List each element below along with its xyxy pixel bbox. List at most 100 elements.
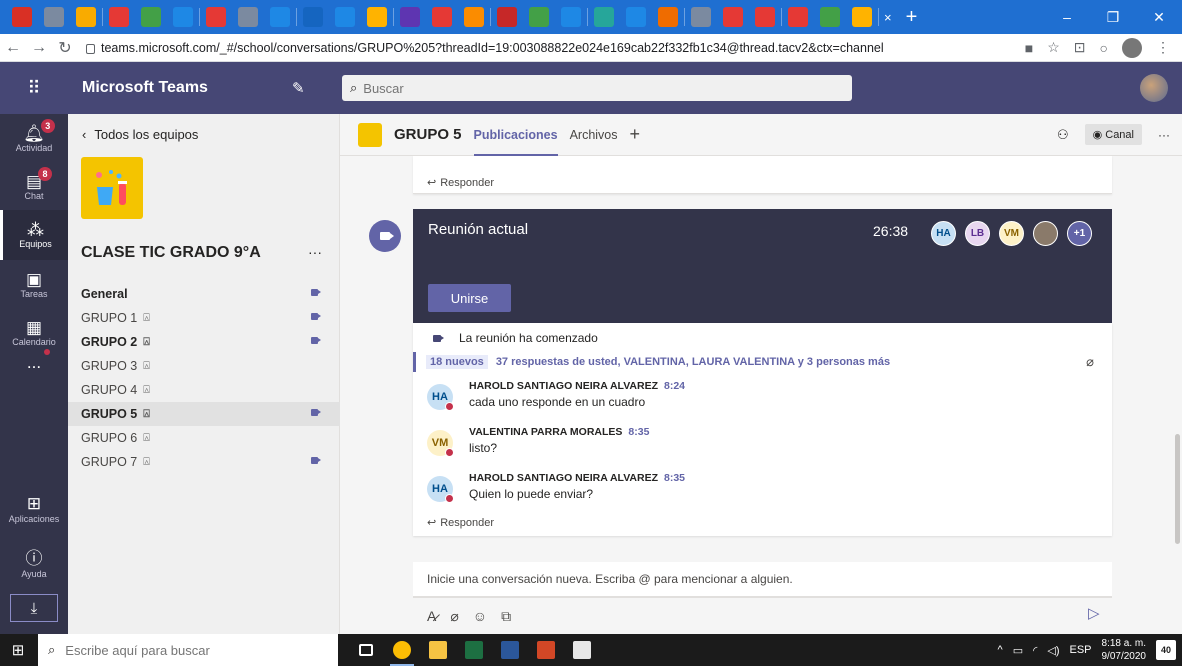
forward-arrow-icon[interactable]: →	[26, 39, 52, 57]
maximize-icon[interactable]: ❐	[1090, 9, 1136, 26]
extension-icon[interactable]: ○	[1100, 40, 1108, 56]
taskbar-word-icon[interactable]	[492, 634, 528, 666]
rail-help[interactable]: ⓘ Ayuda	[0, 544, 68, 579]
menu-dots-icon[interactable]: ⋮	[1156, 39, 1170, 56]
minimize-icon[interactable]: –	[1044, 9, 1090, 26]
browser-tab-favicon[interactable]	[820, 7, 840, 27]
tray-chevron-icon[interactable]: ^	[998, 644, 1003, 656]
volume-icon[interactable]: ◁)	[1047, 644, 1059, 657]
reply-button[interactable]: ↩ Responder	[413, 176, 494, 190]
clock[interactable]: 8:18 a. m. 9/07/2020	[1102, 637, 1147, 663]
download-app-button[interactable]: ⤓	[10, 594, 58, 622]
rail-teams[interactable]: ⁂ Equipos	[0, 210, 68, 260]
taskbar-chrome-icon[interactable]	[384, 634, 420, 666]
conversation-scrollbar[interactable]	[1175, 434, 1180, 544]
browser-tab-favicon[interactable]	[561, 7, 581, 27]
rail-assignments[interactable]: ▣ Tareas	[0, 260, 68, 310]
browser-tab-favicon[interactable]	[173, 7, 193, 27]
browser-tab-favicon[interactable]	[432, 7, 452, 27]
taskbar-excel-icon[interactable]	[456, 634, 492, 666]
all-teams-link[interactable]: ‹ Todos los equipos	[82, 127, 198, 142]
rail-chat[interactable]: ▤ 8 Chat	[0, 162, 68, 212]
browser-tab-favicon[interactable]	[206, 7, 226, 27]
channel-item[interactable]: GRUPO 7 ⍓	[68, 450, 340, 474]
join-meeting-button[interactable]: Unirse	[428, 284, 511, 312]
new-conversation-box[interactable]: Inicie una conversación nueva. Escriba @…	[413, 562, 1112, 598]
browser-tab-favicon[interactable]	[723, 7, 743, 27]
participant-avatar[interactable]: LB	[965, 221, 990, 246]
new-replies-row[interactable]: 18 nuevos 37 respuestas de usted, VALENT…	[413, 352, 1112, 372]
new-tab-button[interactable]: +	[906, 6, 918, 29]
browser-tab-favicon[interactable]	[303, 7, 323, 27]
browser-tab-favicon[interactable]	[12, 7, 32, 27]
participant-avatar[interactable]: HA	[931, 221, 956, 246]
attachment-icon[interactable]: ⌀	[1086, 354, 1094, 370]
browser-tab-favicon[interactable]	[658, 7, 678, 27]
browser-tab-favicon[interactable]	[270, 7, 290, 27]
app-launcher-icon[interactable]: ⠿	[0, 78, 68, 99]
taskbar-acrobat-icon[interactable]	[564, 634, 600, 666]
channel-item[interactable]: GRUPO 5 ⍓	[68, 402, 340, 426]
camera-icon[interactable]: ■	[1025, 40, 1033, 56]
browser-tab-favicon[interactable]	[594, 7, 614, 27]
browser-tab-favicon[interactable]	[626, 7, 646, 27]
battery-icon[interactable]: ▭	[1013, 644, 1023, 657]
browser-tab-favicon[interactable]	[44, 7, 64, 27]
profile-avatar[interactable]	[1122, 37, 1142, 58]
taskbar-search-input[interactable]	[65, 642, 338, 658]
user-avatar[interactable]	[1140, 74, 1168, 102]
search-input[interactable]	[363, 80, 852, 96]
emoji-icon[interactable]: ☺	[473, 608, 487, 624]
bookmark-star-icon[interactable]: ☆	[1047, 39, 1060, 56]
channel-item[interactable]: GRUPO 6 ⍓	[68, 426, 340, 450]
taskbar-powerpoint-icon[interactable]	[528, 634, 564, 666]
team-members-icon[interactable]: ⚇	[1057, 127, 1069, 143]
wifi-icon[interactable]: ◜	[1033, 644, 1037, 657]
browser-tab-favicon[interactable]	[141, 7, 161, 27]
url-field[interactable]: teams.microsoft.com/_#/school/conversati…	[86, 41, 884, 55]
channel-item[interactable]: GRUPO 2 ⍓	[68, 330, 340, 354]
tab-close-icon[interactable]: ×	[884, 10, 892, 25]
reload-icon[interactable]: ↻	[52, 38, 78, 58]
close-window-icon[interactable]: ✕	[1136, 9, 1182, 26]
search-box[interactable]: ⌕	[342, 75, 852, 101]
browser-tab-favicon[interactable]	[238, 7, 258, 27]
taskbar-file-explorer-icon[interactable]	[420, 634, 456, 666]
channel-item[interactable]: GRUPO 4 ⍓	[68, 378, 340, 402]
attach-icon[interactable]: ⌀	[450, 608, 458, 625]
new-chat-icon[interactable]: ✎	[292, 79, 342, 97]
rail-more[interactable]: ...	[0, 346, 68, 380]
browser-tab-favicon[interactable]	[464, 7, 484, 27]
notifications-icon[interactable]: 40	[1156, 640, 1176, 660]
browser-tab-favicon[interactable]	[367, 7, 387, 27]
participant-avatar[interactable]: VM	[999, 221, 1024, 246]
browser-tab-favicon[interactable]	[497, 7, 517, 27]
taskbar-search[interactable]: ⌕	[38, 634, 338, 666]
format-icon[interactable]: A̷	[427, 608, 436, 624]
browser-tab-favicon[interactable]	[76, 7, 96, 27]
browser-tab-favicon[interactable]	[788, 7, 808, 27]
channel-item[interactable]: GRUPO 3 ⍓	[68, 354, 340, 378]
language-indicator[interactable]: ESP	[1069, 644, 1091, 656]
pdf-extension-icon[interactable]: ⊡	[1074, 39, 1086, 56]
browser-tab-favicon[interactable]	[400, 7, 420, 27]
browser-tab-favicon[interactable]	[109, 7, 129, 27]
thread-reply-button[interactable]: ↩ Responder	[413, 516, 494, 530]
tab-posts[interactable]: Publicaciones	[473, 114, 558, 156]
meet-now-icon[interactable]: ⧉	[501, 608, 511, 625]
browser-tab-favicon[interactable]	[691, 7, 711, 27]
channel-info-button[interactable]: ◉ Canal	[1084, 124, 1142, 145]
tab-files[interactable]: Archivos	[570, 114, 618, 156]
team-more-options-icon[interactable]: ···	[308, 244, 322, 260]
back-arrow-icon[interactable]: ←	[0, 39, 26, 57]
channel-item[interactable]: GRUPO 1 ⍓	[68, 306, 340, 330]
browser-tab-favicon[interactable]	[335, 7, 355, 27]
windows-start-icon[interactable]: ⊞	[4, 641, 32, 659]
participant-avatar[interactable]	[1033, 221, 1058, 246]
rail-apps[interactable]: ⊞ Aplicaciones	[0, 494, 68, 524]
participant-avatar[interactable]: +1	[1067, 221, 1092, 246]
add-tab-button[interactable]: +	[630, 124, 641, 145]
rail-activity[interactable]: 🔔︎ 3 Actividad	[0, 114, 68, 164]
browser-tab-favicon[interactable]	[755, 7, 775, 27]
channel-item[interactable]: General	[68, 282, 340, 306]
